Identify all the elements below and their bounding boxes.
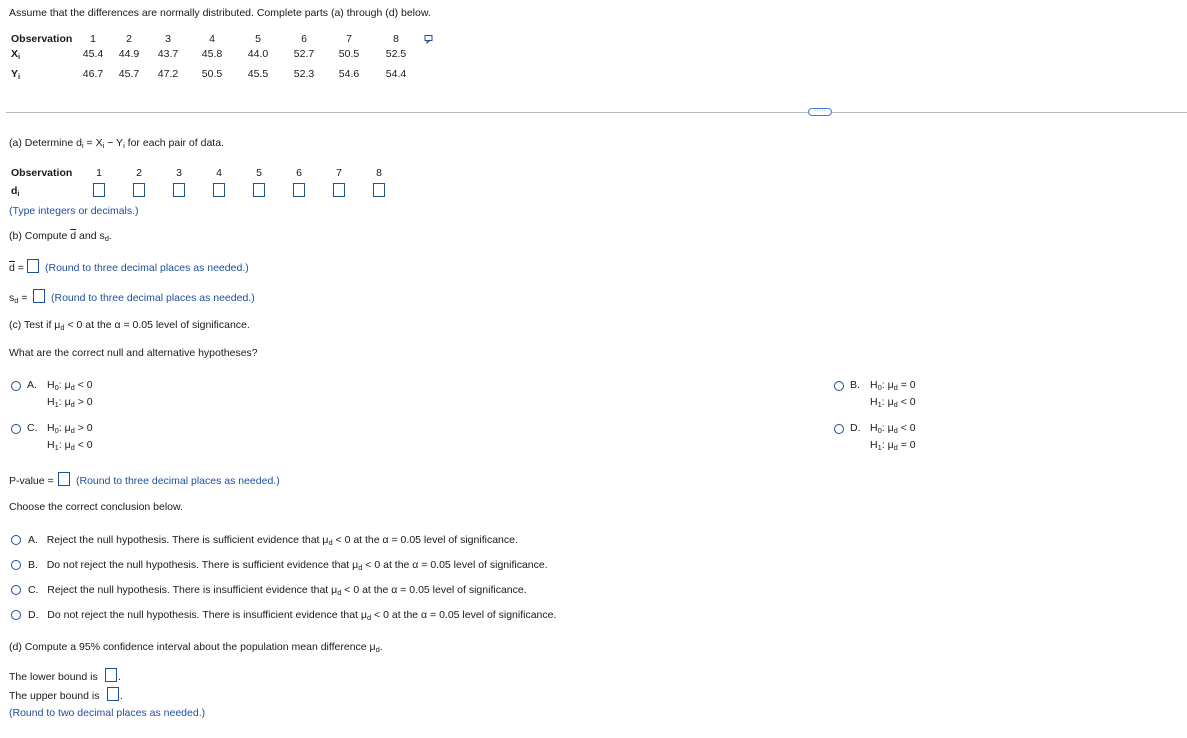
hypothesis-option-b-radio[interactable] (834, 381, 844, 391)
part-c-instruction: (c) Test if μd < 0 at the α = 0.05 level… (9, 319, 250, 332)
table-cell-observation-6: 6 (301, 33, 307, 45)
table-cell-x-6: 52.7 (293, 48, 315, 60)
part-a-hint: (Type integers or decimals.) (9, 205, 139, 217)
lower-bound-label: The lower bound is (9, 671, 98, 683)
hypothesis-option-d-radio[interactable] (834, 424, 844, 434)
table-cell-y-7: 54.6 (338, 68, 360, 80)
table-cell-x-4: 45.8 (201, 48, 223, 60)
table-header-observation: Observation (11, 33, 73, 45)
hypotheses-question: What are the correct null and alternativ… (9, 347, 258, 359)
table-cell-observation-2: 2 (126, 33, 132, 45)
hypothesis-option-d-letter: D. (850, 422, 861, 434)
sd-label: sd = (9, 292, 28, 305)
part-a-observation-5: 5 (256, 167, 262, 179)
d-input-7[interactable] (333, 183, 345, 197)
table-cell-y-3: 47.2 (157, 68, 179, 80)
part-d-round-hint: (Round to two decimal places as needed.) (9, 707, 206, 719)
copy-data-icon[interactable] (424, 34, 434, 45)
hypothesis-option-c-text: H0: μd > 0 H1: μd < 0 (47, 422, 93, 452)
instructions-text: Assume that the differences are normally… (9, 7, 431, 19)
d-input-5[interactable] (253, 183, 265, 197)
table-cell-y-1: 46.7 (82, 68, 104, 80)
table-cell-y-5: 45.5 (247, 68, 269, 80)
section-divider (6, 112, 1187, 113)
part-a-observation-4: 4 (216, 167, 222, 179)
sd-input[interactable] (33, 289, 45, 303)
upper-bound-input[interactable] (107, 687, 119, 701)
pvalue-input[interactable] (58, 472, 70, 486)
table-label-y: Yi (11, 68, 21, 81)
d-input-2[interactable] (133, 183, 145, 197)
upper-bound-label: The upper bound is (9, 690, 100, 702)
table-cell-x-5: 44.0 (247, 48, 269, 60)
hypothesis-option-a-text: H0: μd < 0 H1: μd > 0 (47, 379, 93, 409)
dbar-label: d = (9, 262, 24, 274)
lower-bound-input[interactable] (105, 668, 117, 682)
part-a-observation-label: Observation (11, 167, 73, 179)
conclusion-option-a-text: A. Reject the null hypothesis. There is … (28, 534, 518, 547)
table-cell-observation-5: 5 (255, 33, 261, 45)
table-cell-observation-7: 7 (346, 33, 352, 45)
part-a-instruction: (a) Determine di = Xi − Yi for each pair… (9, 137, 224, 150)
part-a-observation-7: 7 (336, 167, 342, 179)
conclusion-option-b-text: B. Do not reject the null hypothesis. Th… (28, 559, 548, 572)
conclusion-option-c-text: C. Reject the null hypothesis. There is … (28, 584, 527, 597)
part-a-d-label: di (11, 185, 20, 198)
conclusion-prompt: Choose the correct conclusion below. (9, 501, 183, 513)
part-a-observation-3: 3 (176, 167, 182, 179)
table-cell-y-6: 52.3 (293, 68, 315, 80)
part-a-observation-2: 2 (136, 167, 142, 179)
pvalue-label: P-value = (9, 475, 54, 487)
hypothesis-option-b-letter: B. (850, 379, 860, 391)
part-d-instruction: (d) Compute a 95% confidence interval ab… (9, 641, 383, 654)
lower-bound-period: . (118, 671, 121, 683)
expand-more-button[interactable]: ····· (808, 107, 832, 116)
dbar-input[interactable] (27, 259, 39, 273)
conclusion-option-a-radio[interactable] (11, 535, 21, 545)
part-a-observation-6: 6 (296, 167, 302, 179)
table-cell-x-2: 44.9 (118, 48, 140, 60)
hypothesis-option-a-radio[interactable] (11, 381, 21, 391)
conclusion-option-c-radio[interactable] (11, 585, 21, 595)
sd-round-hint: (Round to three decimal places as needed… (51, 292, 255, 304)
table-cell-y-4: 50.5 (201, 68, 223, 80)
table-cell-y-8: 54.4 (385, 68, 407, 80)
pvalue-round-hint: (Round to three decimal places as needed… (76, 475, 280, 487)
hypothesis-option-d-text: H0: μd < 0 H1: μd = 0 (870, 422, 916, 452)
hypothesis-option-c-radio[interactable] (11, 424, 21, 434)
part-a-observation-1: 1 (96, 167, 102, 179)
d-input-6[interactable] (293, 183, 305, 197)
conclusion-option-d-text: D. Do not reject the null hypothesis. Th… (28, 609, 557, 622)
d-input-8[interactable] (373, 183, 385, 197)
part-b-instruction: (b) Compute d and sd. (9, 230, 112, 243)
dbar-round-hint: (Round to three decimal places as needed… (45, 262, 249, 274)
table-label-x: Xi (11, 48, 21, 61)
table-cell-observation-1: 1 (90, 33, 96, 45)
d-input-4[interactable] (213, 183, 225, 197)
table-cell-observation-3: 3 (165, 33, 171, 45)
table-cell-x-8: 52.5 (385, 48, 407, 60)
table-cell-observation-8: 8 (393, 33, 399, 45)
table-cell-observation-4: 4 (209, 33, 215, 45)
d-input-1[interactable] (93, 183, 105, 197)
hypothesis-option-a-letter: A. (27, 379, 37, 391)
table-cell-x-7: 50.5 (338, 48, 360, 60)
upper-bound-period: . (120, 690, 123, 702)
part-a-observation-8: 8 (376, 167, 382, 179)
conclusion-option-d-radio[interactable] (11, 610, 21, 620)
hypothesis-option-b-text: H0: μd = 0 H1: μd < 0 (870, 379, 916, 409)
conclusion-option-b-radio[interactable] (11, 560, 21, 570)
table-cell-y-2: 45.7 (118, 68, 140, 80)
d-input-3[interactable] (173, 183, 185, 197)
table-cell-x-3: 43.7 (157, 48, 179, 60)
hypothesis-option-c-letter: C. (27, 422, 38, 434)
table-cell-x-1: 45.4 (82, 48, 104, 60)
